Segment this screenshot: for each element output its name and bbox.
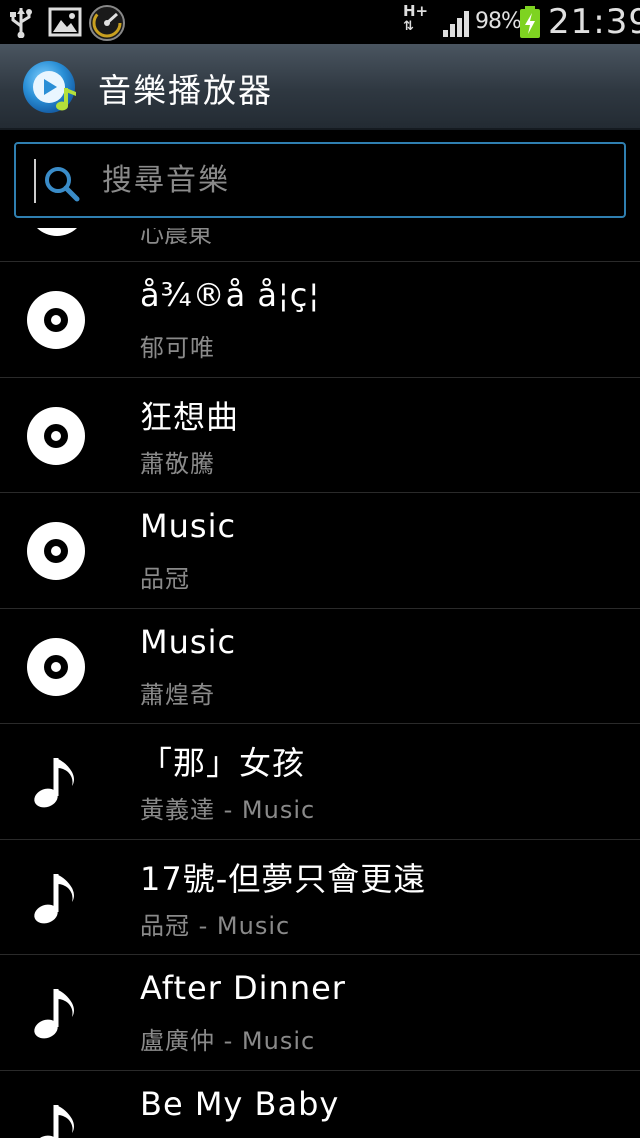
list-item-title: Music	[140, 622, 237, 661]
album-disc-icon	[28, 228, 86, 236]
text-cursor	[34, 159, 36, 203]
battery-charging-icon	[520, 6, 540, 38]
list-item-title: Music	[140, 507, 237, 545]
search-box[interactable]	[14, 142, 626, 218]
music-note-icon	[34, 758, 74, 808]
list-item-title: Be My Baby	[140, 1084, 340, 1123]
usb-icon	[10, 8, 32, 38]
list-item-subtitle: 蕭煌奇	[140, 680, 215, 709]
album-disc-icon	[26, 637, 86, 697]
list-item-title: 「那」女孩	[140, 744, 306, 782]
list-item[interactable]: 17號-但夢只會更遠 品冠 - Music	[0, 840, 640, 955]
speedometer-icon	[89, 5, 125, 41]
list-item-subtitle: 心晨東	[140, 228, 212, 248]
signal-strength-icon	[443, 11, 469, 37]
album-disc-icon	[26, 406, 86, 466]
status-clock: 21:39	[548, 2, 640, 42]
search-input[interactable]	[100, 144, 600, 216]
list-item[interactable]: Music 蕭煌奇	[0, 609, 640, 724]
network-type-indicator: H+ ⇅	[403, 2, 429, 35]
list-item-subtitle: 品冠	[140, 565, 190, 593]
list-item[interactable]: å¾®å å¦ç¦ 郁可唯	[0, 262, 640, 378]
list-item[interactable]: 「那」女孩 黃義達 - Music	[0, 724, 640, 840]
action-bar: 音樂播放器	[0, 44, 640, 130]
music-player-app-icon[interactable]	[22, 58, 80, 116]
list-item[interactable]: Music 品冠	[0, 493, 640, 609]
list-item[interactable]: After Dinner 盧廣仲 - Music	[0, 955, 640, 1071]
song-list[interactable]: 心晨東 å¾®å å¦ç¦ 郁可唯 狂想曲 蕭敬騰 Music 品冠 Music…	[0, 228, 640, 1138]
music-note-icon	[34, 873, 74, 923]
list-item-title: 狂想曲	[140, 397, 240, 436]
list-item-title: 17號-但夢只會更遠	[140, 859, 427, 898]
list-item-subtitle: 品冠 - Music	[140, 911, 291, 940]
list-item-subtitle: 黃義達 - Music	[140, 796, 316, 824]
search-area	[0, 130, 640, 228]
list-item-subtitle: 盧廣仲 - Music	[140, 1027, 316, 1055]
album-disc-icon	[26, 521, 86, 581]
app-title: 音樂播放器	[98, 71, 273, 110]
status-bar: H+ ⇅ 98% 21:39	[0, 0, 640, 44]
album-disc-icon	[26, 290, 86, 350]
list-item-title: å¾®å å¦ç¦	[140, 276, 321, 314]
list-item[interactable]: 狂想曲 蕭敬騰	[0, 378, 640, 493]
list-item-subtitle: 蕭敬騰	[140, 449, 215, 478]
list-item[interactable]: 心晨東	[0, 228, 640, 262]
battery-percent: 98%	[475, 9, 522, 34]
search-icon	[45, 167, 80, 202]
list-item-title: After Dinner	[140, 969, 346, 1007]
music-note-icon	[34, 1104, 74, 1138]
list-item-subtitle: 郁可唯	[140, 334, 215, 362]
gallery-icon	[48, 7, 82, 37]
music-note-icon	[34, 989, 74, 1039]
list-item[interactable]: Be My Baby	[0, 1071, 640, 1138]
